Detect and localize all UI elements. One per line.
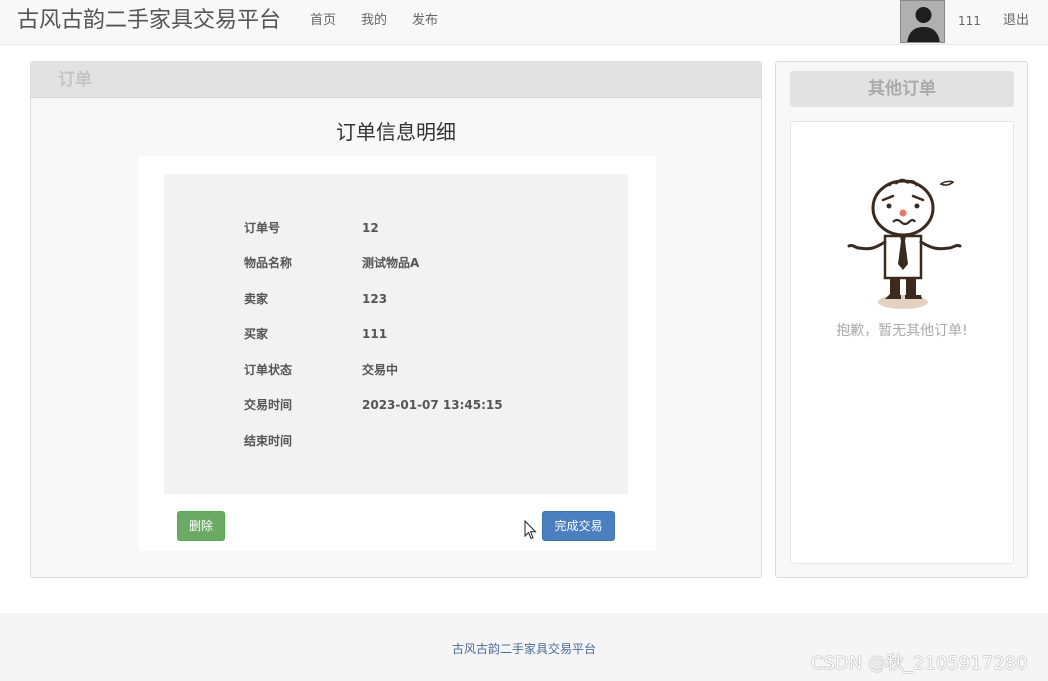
user-silhouette-icon [901,1,944,42]
complete-trade-button[interactable]: 完成交易 [542,511,615,541]
trade-time-label: 交易时间 [244,398,293,412]
nav-link-publish[interactable]: 发布 [412,12,438,30]
brand-title[interactable]: 古风古韵二手家具交易平台 [17,6,281,36]
order-detail-card: 订单号 12 物品名称 测试物品A 卖家 123 买家 111 订单状态 交易中… [138,156,656,551]
seller-value: 123 [362,292,388,306]
order-panel: 订单 订单信息明细 订单号 12 物品名称 测试物品A 卖家 123 买家 11… [30,61,762,578]
no-other-orders-message: 抱歉，暂无其他订单! [836,323,968,339]
avatar[interactable] [900,0,945,43]
item-name-value: 测试物品A [362,256,420,270]
top-navbar: 古风古韵二手家具交易平台 首页 我的 发布 111 退出 [0,0,1048,45]
order-panel-title: 订单 [58,70,92,90]
nav-link-mine[interactable]: 我的 [361,12,387,30]
buyer-label: 买家 [244,327,269,341]
order-info-table: 订单号 12 物品名称 测试物品A 卖家 123 买家 111 订单状态 交易中… [164,174,628,494]
other-orders-body: 抱歉，暂无其他订单! [790,121,1014,564]
other-orders-title: 其他订单 [868,79,936,99]
item-name-label: 物品名称 [244,256,293,270]
order-status-value: 交易中 [362,363,399,377]
order-number-value: 12 [362,221,379,235]
end-time-label: 结束时间 [244,434,293,448]
page-footer: 古风古韵二手家具交易平台 CSDN @秋_2105917280 [0,613,1048,681]
order-panel-header [31,62,761,98]
trade-time-value: 2023-01-07 13:45:15 [362,398,503,412]
order-number-label: 订单号 [244,221,281,235]
seller-label: 卖家 [244,292,269,306]
csdn-watermark: CSDN @秋_2105917280 [811,653,1028,674]
logout-link[interactable]: 退出 [1003,12,1029,30]
order-status-label: 订单状态 [244,363,293,377]
confused-man-illustration-icon [847,178,962,309]
nav-link-home[interactable]: 首页 [310,12,336,30]
current-username[interactable]: 111 [958,12,981,30]
other-orders-header: 其他订单 [790,71,1014,107]
delete-button[interactable]: 删除 [177,511,225,541]
order-detail-heading: 订单信息明细 [336,120,456,144]
mouse-pointer-icon [524,520,537,540]
buyer-value: 111 [362,327,388,341]
other-orders-panel: 其他订单 抱歉，暂无其他订单! [775,61,1028,578]
